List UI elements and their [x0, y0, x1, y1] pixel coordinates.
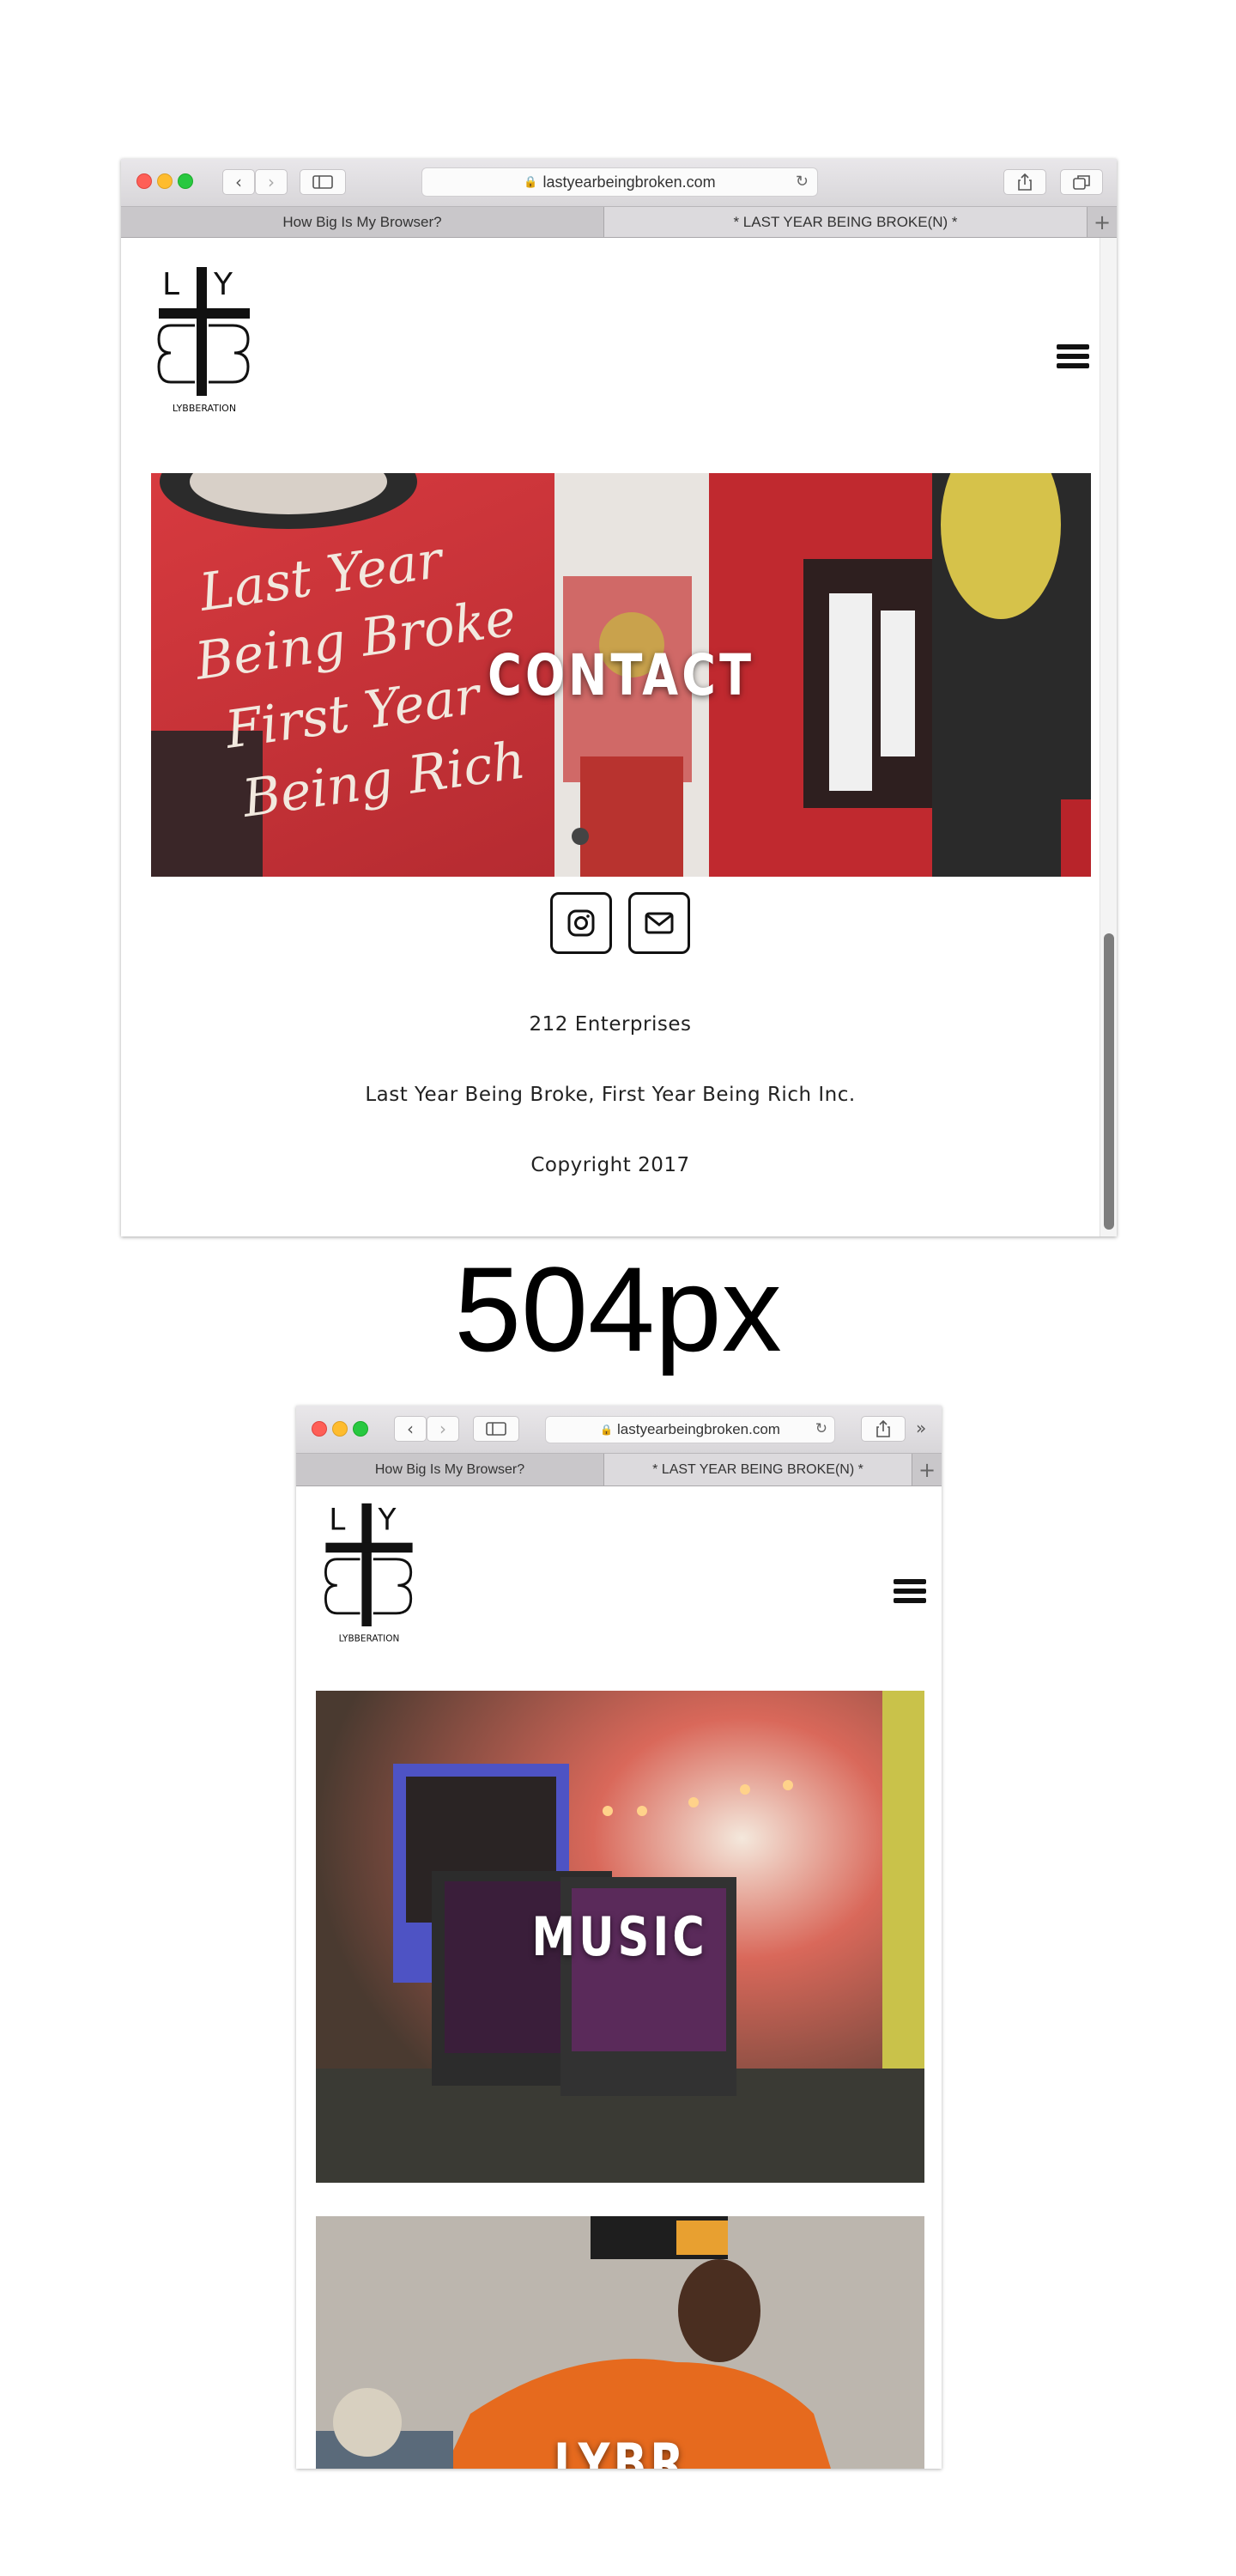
lybr-title: LYBR [553, 2432, 688, 2469]
logo-cross-icon: L Y LYBBERATION [157, 267, 250, 414]
svg-text:L: L [162, 267, 179, 302]
zoom-window-button[interactable] [178, 173, 193, 189]
tab-last-year[interactable]: * LAST YEAR BEING BROKE(N) * [604, 207, 1088, 237]
new-tab-button[interactable]: + [912, 1454, 942, 1485]
sidebar-toggle-button[interactable] [300, 169, 346, 195]
url-text: lastyearbeingbroken.com [617, 1421, 780, 1437]
page-viewport-small: L Y LYBBERATION MUSIC LYBR [296, 1486, 942, 2469]
share-button[interactable] [1003, 169, 1046, 195]
tabs-overview-button[interactable] [1060, 169, 1103, 195]
email-button[interactable] [628, 892, 690, 954]
tab-how-big[interactable]: How Big Is My Browser? [296, 1454, 604, 1485]
scrollbar-thumb[interactable] [1104, 933, 1114, 1230]
reload-icon[interactable]: ↻ [796, 173, 809, 191]
back-button[interactable]: ‹ [394, 1416, 427, 1442]
browser-window-large: ‹ › 🔒 lastyearbeingbroken.com ↻ How Big … [121, 159, 1117, 1236]
instagram-icon [567, 909, 595, 937]
contact-hero-banner[interactable]: Last Year Being Broke First Year Being R… [151, 473, 1091, 877]
tabs-icon [1073, 175, 1090, 190]
close-window-button[interactable] [312, 1421, 327, 1437]
scrollbar-track[interactable] [1100, 238, 1117, 1236]
more-toolbar-icon[interactable]: » [916, 1418, 926, 1438]
url-text: lastyearbeingbroken.com [542, 173, 716, 191]
browser-window-small: ‹ › 🔒 lastyearbeingbroken.com ↻ » How Bi… [296, 1406, 942, 2469]
share-button[interactable] [861, 1416, 906, 1442]
sidebar-icon [312, 175, 333, 189]
address-bar[interactable]: 🔒 lastyearbeingbroken.com ↻ [545, 1416, 835, 1443]
forward-button[interactable]: › [255, 169, 288, 195]
sidebar-toggle-button[interactable] [473, 1416, 519, 1442]
close-window-button[interactable] [136, 173, 152, 189]
lock-icon: 🔒 [600, 1424, 613, 1436]
lock-icon: 🔒 [524, 175, 538, 188]
footer-copyright: Copyright 2017 [530, 1154, 690, 1176]
reload-icon[interactable]: ↻ [815, 1420, 827, 1437]
page-viewport: L Y LYBBERATION Last Year Being Broke Fi… [121, 238, 1100, 1236]
music-title: MUSIC [531, 1905, 709, 1968]
svg-text:L: L [329, 1503, 345, 1537]
contact-title: CONTACT [488, 641, 754, 708]
mail-icon [645, 912, 674, 934]
svg-text:LYBBERATION: LYBBERATION [173, 403, 236, 414]
instagram-button[interactable] [550, 892, 612, 954]
zoom-window-button[interactable] [353, 1421, 368, 1437]
menu-hamburger-icon[interactable] [1057, 344, 1089, 368]
music-hero-banner[interactable]: MUSIC [316, 1691, 924, 2183]
minimize-window-button[interactable] [157, 173, 173, 189]
site-logo[interactable]: L Y LYBBERATION [318, 1500, 420, 1646]
back-button[interactable]: ‹ [222, 169, 255, 195]
share-icon [876, 1420, 890, 1437]
logo-cross-icon: L Y LYBBERATION [324, 1503, 413, 1643]
browser-toolbar-small: ‹ › 🔒 lastyearbeingbroken.com ↻ » [296, 1406, 942, 1454]
browser-toolbar: ‹ › 🔒 lastyearbeingbroken.com ↻ [121, 159, 1117, 207]
address-bar[interactable]: 🔒 lastyearbeingbroken.com ↻ [421, 167, 818, 197]
footer-company: 212 Enterprises [529, 1013, 692, 1036]
tab-last-year[interactable]: * LAST YEAR BEING BROKE(N) * [604, 1454, 912, 1485]
menu-hamburger-icon[interactable] [894, 1579, 926, 1603]
minimize-window-button[interactable] [332, 1421, 348, 1437]
tab-bar-small: How Big Is My Browser? * LAST YEAR BEING… [296, 1454, 942, 1486]
svg-text:Y: Y [213, 267, 233, 302]
sidebar-icon [486, 1422, 506, 1436]
person-photo-image [316, 2216, 924, 2469]
lybr-hero-banner[interactable]: LYBR [316, 2216, 924, 2469]
tab-how-big[interactable]: How Big Is My Browser? [121, 207, 604, 237]
share-icon [1018, 173, 1032, 191]
forward-button[interactable]: › [427, 1416, 459, 1442]
site-logo[interactable]: L Y LYBBERATION [154, 264, 255, 416]
tab-bar: How Big Is My Browser? * LAST YEAR BEING… [121, 207, 1117, 238]
footer-tagline: Last Year Being Broke, First Year Being … [365, 1084, 856, 1106]
svg-text:Y: Y [378, 1503, 397, 1537]
browser-width-label: 504px [454, 1242, 782, 1376]
svg-text:LYBBERATION: LYBBERATION [339, 1633, 400, 1643]
new-tab-button[interactable]: + [1088, 207, 1117, 237]
